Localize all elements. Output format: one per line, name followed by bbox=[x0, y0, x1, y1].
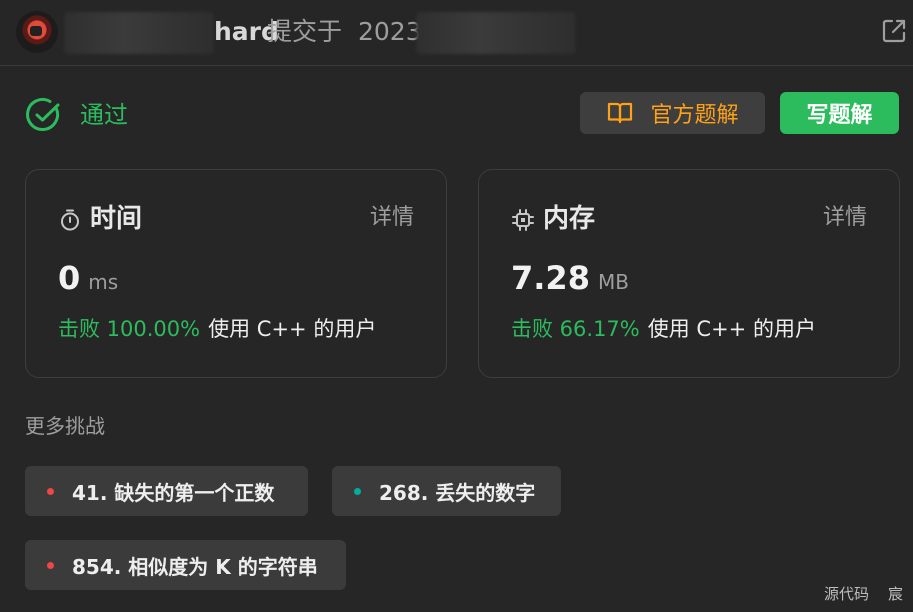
chip-icon bbox=[512, 209, 534, 231]
runtime-unit: ms bbox=[88, 270, 119, 294]
memory-beats-suffix: 使用 C++ 的用户 bbox=[647, 317, 816, 341]
memory-title: 内存 bbox=[543, 204, 596, 234]
timer-icon bbox=[61, 209, 79, 231]
source-code-label: 源代码 bbox=[824, 585, 870, 603]
runtime-card: 时间 详情 0 ms 击败 100.00% 使用 C++ 的用户 bbox=[25, 169, 447, 378]
memory-beats: 击败 66.17% 使用 C++ 的用户 bbox=[511, 314, 816, 344]
runtime-beats: 击败 100.00% 使用 C++ 的用户 bbox=[58, 314, 376, 344]
blurred-username bbox=[64, 12, 214, 54]
status-accepted: 通过 bbox=[80, 101, 128, 129]
submission-header: hard 提交于 2023 bbox=[0, 0, 913, 66]
runtime-value: 0 bbox=[58, 259, 81, 297]
runtime-title: 时间 bbox=[90, 204, 143, 234]
difficulty-dot bbox=[354, 487, 361, 495]
memory-metric: 7.28 MB bbox=[511, 258, 629, 298]
memory-card: 内存 详情 7.28 MB 击败 66.17% 使用 C++ 的用户 bbox=[478, 169, 900, 378]
submission-detail-page: hard 提交于 2023 通过 官方题解 写题解 时间 详情 0 ms 击败 … bbox=[0, 0, 913, 612]
challenge-label: 268. 丢失的数字 bbox=[379, 480, 536, 505]
memory-beats-percent: 击败 66.17% bbox=[511, 317, 640, 341]
blurred-date bbox=[416, 12, 576, 54]
challenge-chip[interactable]: 268. 丢失的数字 bbox=[332, 466, 561, 516]
submitted-label: 提交于 bbox=[267, 17, 343, 46]
memory-detail-link[interactable]: 详情 bbox=[823, 202, 867, 234]
challenge-label: 854. 相似度为 K 的字符串 bbox=[72, 554, 318, 579]
runtime-beats-suffix: 使用 C++ 的用户 bbox=[208, 317, 377, 341]
memory-unit: MB bbox=[597, 270, 629, 294]
runtime-metric: 0 ms bbox=[58, 258, 118, 298]
challenge-label: 41. 缺失的第一个正数 bbox=[72, 480, 275, 505]
more-challenges-title: 更多挑战 bbox=[25, 414, 105, 438]
challenge-chip[interactable]: 854. 相似度为 K 的字符串 bbox=[25, 540, 346, 590]
official-solution-button[interactable]: 官方题解 bbox=[580, 92, 765, 134]
runtime-detail-link[interactable]: 详情 bbox=[370, 202, 414, 234]
submission-year: 2023 bbox=[358, 17, 422, 46]
difficulty-dot bbox=[47, 561, 54, 569]
avatar[interactable] bbox=[16, 11, 58, 53]
book-icon bbox=[608, 102, 633, 124]
footer-extra-label: 宸 bbox=[888, 585, 904, 603]
check-circle-icon bbox=[26, 98, 60, 131]
write-solution-button[interactable]: 写题解 bbox=[780, 92, 899, 134]
challenge-chip[interactable]: 41. 缺失的第一个正数 bbox=[25, 466, 308, 516]
official-solution-label: 官方题解 bbox=[650, 103, 739, 128]
runtime-beats-percent: 击败 100.00% bbox=[58, 317, 201, 341]
difficulty-dot bbox=[47, 487, 54, 495]
memory-value: 7.28 bbox=[511, 259, 590, 297]
write-solution-label: 写题解 bbox=[806, 103, 873, 128]
external-link-icon[interactable] bbox=[880, 17, 908, 45]
